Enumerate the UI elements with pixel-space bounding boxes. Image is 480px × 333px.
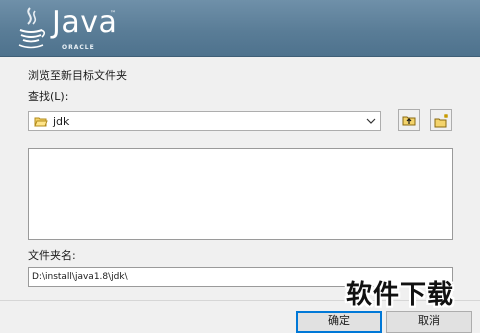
trademark-mark: ™	[110, 10, 116, 17]
instruction-text: 浏览至新目标文件夹	[28, 69, 127, 82]
folder-icon	[34, 117, 48, 127]
folder-tree-view[interactable]	[28, 148, 453, 240]
look-in-combobox[interactable]: jdk	[28, 111, 381, 131]
new-folder-icon	[434, 114, 448, 128]
java-cup-icon	[18, 7, 46, 49]
chevron-down-icon[interactable]	[366, 117, 376, 125]
up-one-level-button[interactable]	[398, 109, 420, 131]
java-header-banner: Java ™ ORACLE	[0, 0, 480, 57]
folder-up-icon	[402, 116, 416, 126]
download-site-watermark: 软件下载	[346, 280, 455, 310]
look-in-label: 查找(L):	[28, 90, 69, 103]
cancel-button[interactable]: 取消	[386, 311, 472, 333]
folder-name-label: 文件夹名:	[28, 249, 76, 262]
oracle-wordmark: ORACLE	[62, 44, 95, 51]
look-in-value: jdk	[53, 115, 70, 128]
java-wordmark: Java	[52, 5, 118, 40]
create-new-folder-button[interactable]	[430, 109, 452, 131]
ok-button[interactable]: 确定	[296, 311, 382, 333]
